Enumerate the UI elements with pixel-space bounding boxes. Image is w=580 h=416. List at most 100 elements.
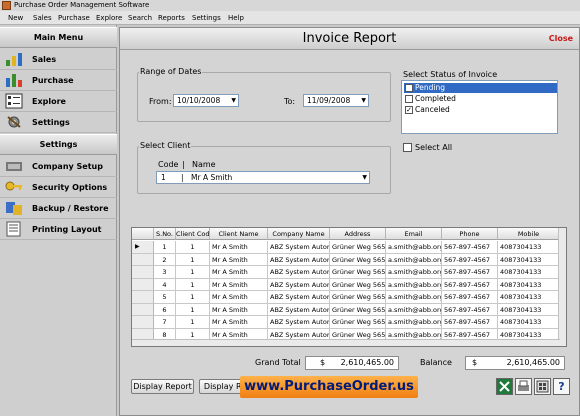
excel-export-icon[interactable] bbox=[496, 378, 513, 395]
status-option-pending[interactable]: ✓ Pending bbox=[404, 83, 557, 93]
checkbox-completed[interactable] bbox=[405, 95, 413, 103]
table-row[interactable]: 21Mr A SmithABZ System Autom...Grüner We… bbox=[132, 253, 566, 266]
status-option-completed[interactable]: Completed bbox=[404, 94, 557, 104]
table-cell[interactable]: 567-897-4567 bbox=[442, 241, 498, 254]
table-cell[interactable]: 1 bbox=[176, 316, 210, 329]
table-cell[interactable]: 1 bbox=[176, 266, 210, 279]
menu-explore[interactable]: Explore bbox=[96, 11, 122, 25]
table-cell[interactable]: 1 bbox=[176, 303, 210, 316]
column-header[interactable]: Address bbox=[330, 228, 386, 240]
table-cell[interactable]: a.smith@abb.org bbox=[386, 291, 442, 304]
row-selector[interactable]: ▶ bbox=[132, 241, 154, 254]
table-row[interactable]: 51Mr A SmithABZ System Autom...Grüner We… bbox=[132, 291, 566, 304]
checkbox-canceled[interactable]: ✓ bbox=[405, 106, 413, 114]
table-cell[interactable]: Grüner Weg 565... bbox=[330, 291, 386, 304]
table-cell[interactable]: Grüner Weg 565... bbox=[330, 266, 386, 279]
sidebar-item-explore[interactable]: Explore bbox=[0, 91, 117, 112]
table-cell[interactable]: 567-897-4567 bbox=[442, 278, 498, 291]
table-cell[interactable]: 4087304133 bbox=[498, 303, 560, 316]
table-cell[interactable]: 4087304133 bbox=[498, 266, 560, 279]
column-header[interactable]: Mobile bbox=[498, 228, 560, 240]
row-selector[interactable] bbox=[132, 278, 154, 291]
table-cell[interactable]: a.smith@abb.org bbox=[386, 278, 442, 291]
menu-reports[interactable]: Reports bbox=[158, 11, 185, 25]
display-report-button[interactable]: Display Report bbox=[131, 379, 194, 394]
horizontal-scrollbar[interactable] bbox=[132, 339, 560, 346]
table-cell[interactable]: ABZ System Autom... bbox=[268, 253, 330, 266]
sidebar-item-printing-layout[interactable]: Printing Layout bbox=[0, 219, 117, 240]
table-cell[interactable]: Mr A Smith bbox=[210, 316, 268, 329]
select-all-checkbox[interactable] bbox=[403, 143, 412, 152]
table-cell[interactable]: 4087304133 bbox=[498, 291, 560, 304]
sidebar-item-company-setup[interactable]: Company Setup bbox=[0, 156, 117, 177]
table-cell[interactable]: 4087304133 bbox=[498, 253, 560, 266]
help-icon[interactable]: ? bbox=[553, 378, 570, 395]
table-cell[interactable]: a.smith@abb.org bbox=[386, 303, 442, 316]
column-header[interactable]: S.No. bbox=[154, 228, 176, 240]
table-cell[interactable]: a.smith@abb.org bbox=[386, 316, 442, 329]
row-selector[interactable] bbox=[132, 266, 154, 279]
table-cell[interactable]: Grüner Weg 565... bbox=[330, 278, 386, 291]
table-cell[interactable]: Mr A Smith bbox=[210, 266, 268, 279]
menu-search[interactable]: Search bbox=[128, 11, 152, 25]
table-cell[interactable]: ABZ System Autom... bbox=[268, 278, 330, 291]
menu-sales[interactable]: Sales bbox=[33, 11, 52, 25]
sidebar-item-backup-restore[interactable]: Backup / Restore bbox=[0, 198, 117, 219]
table-cell[interactable]: Grüner Weg 565... bbox=[330, 316, 386, 329]
table-row[interactable]: 41Mr A SmithABZ System Autom...Grüner We… bbox=[132, 278, 566, 291]
table-cell[interactable]: 1 bbox=[154, 241, 176, 254]
sidebar-item-sales[interactable]: Sales bbox=[0, 49, 117, 70]
table-cell[interactable]: ABZ System Autom... bbox=[268, 241, 330, 254]
checkbox-pending[interactable]: ✓ bbox=[405, 84, 413, 92]
calculator-icon[interactable] bbox=[534, 378, 551, 395]
sidebar-item-purchase[interactable]: Purchase bbox=[0, 70, 117, 91]
table-cell[interactable]: ABZ System Autom... bbox=[268, 303, 330, 316]
menu-settings[interactable]: Settings bbox=[192, 11, 221, 25]
column-header[interactable]: Client Code bbox=[176, 228, 210, 240]
column-header[interactable]: Client Name bbox=[210, 228, 268, 240]
table-row[interactable]: ▶11Mr A SmithABZ System Autom...Grüner W… bbox=[132, 241, 566, 254]
table-cell[interactable]: 3 bbox=[154, 266, 176, 279]
print-icon[interactable] bbox=[515, 378, 532, 395]
client-select[interactable]: 1 | Mr A Smith ▼ bbox=[156, 171, 370, 184]
table-cell[interactable]: ABZ System Autom... bbox=[268, 316, 330, 329]
table-cell[interactable]: Mr A Smith bbox=[210, 253, 268, 266]
close-button[interactable]: Close bbox=[549, 28, 573, 50]
table-row[interactable]: 61Mr A SmithABZ System Autom...Grüner We… bbox=[132, 303, 566, 316]
table-cell[interactable]: 567-897-4567 bbox=[442, 303, 498, 316]
table-cell[interactable]: 567-897-4567 bbox=[442, 266, 498, 279]
sidebar-item-settings[interactable]: Settings bbox=[0, 112, 117, 133]
row-selector[interactable] bbox=[132, 253, 154, 266]
table-cell[interactable]: Mr A Smith bbox=[210, 303, 268, 316]
table-cell[interactable]: 4087304133 bbox=[498, 241, 560, 254]
table-cell[interactable]: 7 bbox=[154, 316, 176, 329]
from-date-picker[interactable]: 10/10/2008 ▼ bbox=[173, 94, 239, 107]
table-cell[interactable]: 567-897-4567 bbox=[442, 291, 498, 304]
column-header[interactable]: Email bbox=[386, 228, 442, 240]
table-cell[interactable]: Mr A Smith bbox=[210, 278, 268, 291]
table-cell[interactable]: a.smith@abb.org bbox=[386, 266, 442, 279]
table-cell[interactable]: 5 bbox=[154, 291, 176, 304]
table-cell[interactable]: 4087304133 bbox=[498, 278, 560, 291]
to-date-picker[interactable]: 11/09/2008 ▼ bbox=[303, 94, 369, 107]
table-cell[interactable]: Mr A Smith bbox=[210, 241, 268, 254]
menu-help[interactable]: Help bbox=[228, 11, 244, 25]
row-selector[interactable] bbox=[132, 291, 154, 304]
row-selector[interactable] bbox=[132, 316, 154, 329]
menu-new[interactable]: New bbox=[8, 11, 23, 25]
status-option-canceled[interactable]: ✓ Canceled bbox=[404, 105, 557, 115]
row-selector[interactable] bbox=[132, 303, 154, 316]
table-cell[interactable]: 1 bbox=[176, 278, 210, 291]
column-header[interactable]: Company Name bbox=[268, 228, 330, 240]
table-cell[interactable]: Mr A Smith bbox=[210, 291, 268, 304]
table-cell[interactable]: Grüner Weg 565... bbox=[330, 241, 386, 254]
table-cell[interactable]: a.smith@abb.org bbox=[386, 241, 442, 254]
table-cell[interactable]: 2 bbox=[154, 253, 176, 266]
table-cell[interactable]: ABZ System Autom... bbox=[268, 266, 330, 279]
table-cell[interactable]: 567-897-4567 bbox=[442, 316, 498, 329]
table-cell[interactable]: 1 bbox=[176, 253, 210, 266]
sidebar-item-security-options[interactable]: Security Options bbox=[0, 177, 117, 198]
table-cell[interactable]: Grüner Weg 565... bbox=[330, 303, 386, 316]
table-cell[interactable]: 6 bbox=[154, 303, 176, 316]
table-cell[interactable]: ABZ System Autom... bbox=[268, 291, 330, 304]
